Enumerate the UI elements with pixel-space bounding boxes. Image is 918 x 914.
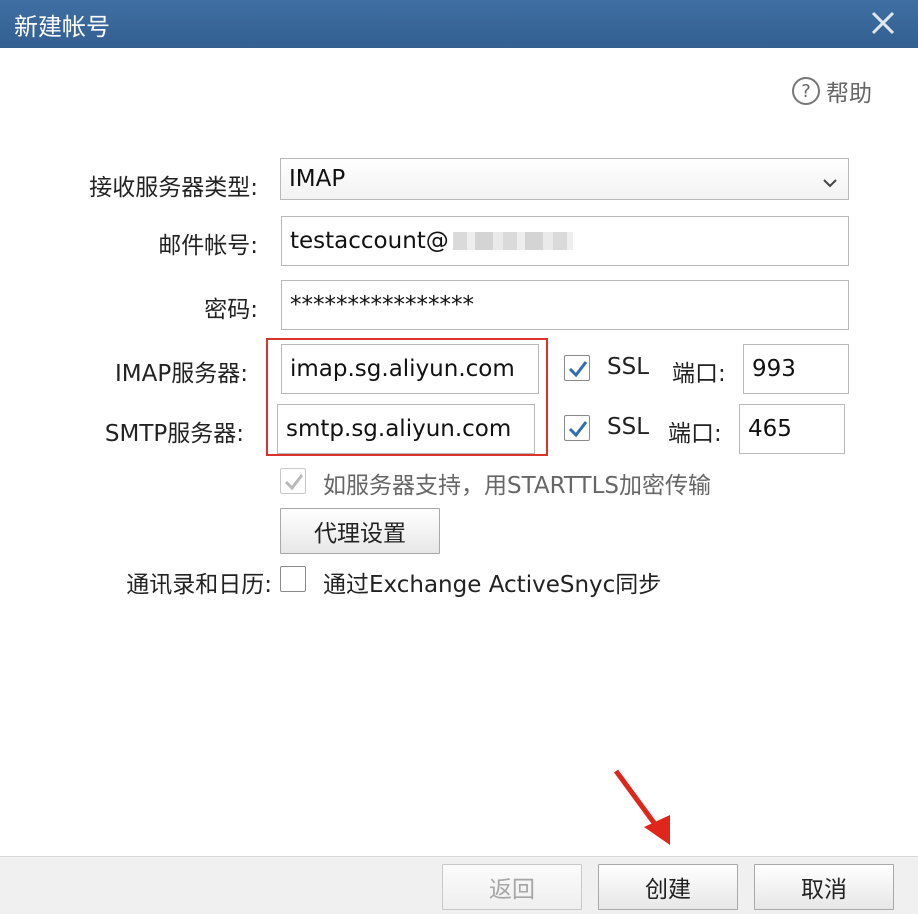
account-label: 邮件帐号:: [158, 233, 258, 259]
server-type-value: IMAP: [289, 166, 346, 192]
help-link[interactable]: ? 帮助: [792, 74, 872, 108]
help-label: 帮助: [826, 81, 872, 107]
highlight-box: [266, 338, 548, 456]
imap-ssl-label: SSL: [607, 354, 650, 380]
checkmark-icon: [568, 361, 588, 378]
starttls-label: 如服务器支持，用STARTTLS加密传输: [323, 473, 712, 499]
server-type-label: 接收服务器类型:: [89, 175, 258, 201]
account-value: testaccount@: [290, 228, 449, 254]
smtp-port-label: 端口:: [668, 421, 722, 447]
dialog-titlebar: 新建帐号: [0, 0, 918, 48]
server-type-select[interactable]: IMAP: [280, 158, 849, 200]
smtp-port-input[interactable]: 465: [739, 404, 845, 454]
account-input[interactable]: testaccount@: [281, 216, 849, 266]
checkmark-icon: [568, 421, 588, 438]
contacts-calendar-label: 通讯录和日历:: [126, 572, 272, 598]
dialog-title: 新建帐号: [14, 12, 110, 41]
create-button[interactable]: 创建: [598, 864, 738, 910]
question-icon: ?: [792, 77, 820, 105]
starttls-checkbox[interactable]: [280, 468, 306, 494]
password-label: 密码:: [204, 297, 258, 323]
imap-port-input[interactable]: 993: [743, 344, 849, 394]
password-value: ****************: [290, 292, 474, 318]
imap-port-label: 端口:: [672, 361, 726, 387]
password-input[interactable]: ****************: [281, 280, 849, 330]
arrow-annotation-icon: [613, 769, 670, 845]
back-button[interactable]: 返回: [442, 864, 582, 910]
imap-server-label: IMAP服务器:: [115, 361, 248, 387]
smtp-port-value: 465: [748, 416, 792, 442]
imap-port-value: 993: [752, 356, 796, 382]
checkmark-icon: [284, 474, 304, 491]
smtp-ssl-checkbox[interactable]: [564, 415, 590, 441]
proxy-settings-button[interactable]: 代理设置: [280, 508, 440, 554]
smtp-server-label: SMTP服务器:: [104, 421, 244, 447]
smtp-ssl-label: SSL: [607, 414, 650, 440]
exchange-sync-checkbox[interactable]: [280, 566, 306, 592]
redacted-text: [452, 232, 573, 250]
exchange-sync-label: 通过Exchange ActiveSnyc同步: [323, 572, 662, 598]
chevron-down-icon: [823, 179, 837, 188]
imap-ssl-checkbox[interactable]: [564, 355, 590, 381]
close-icon: [871, 11, 895, 35]
cancel-button[interactable]: 取消: [754, 864, 894, 910]
close-button[interactable]: [868, 8, 898, 38]
